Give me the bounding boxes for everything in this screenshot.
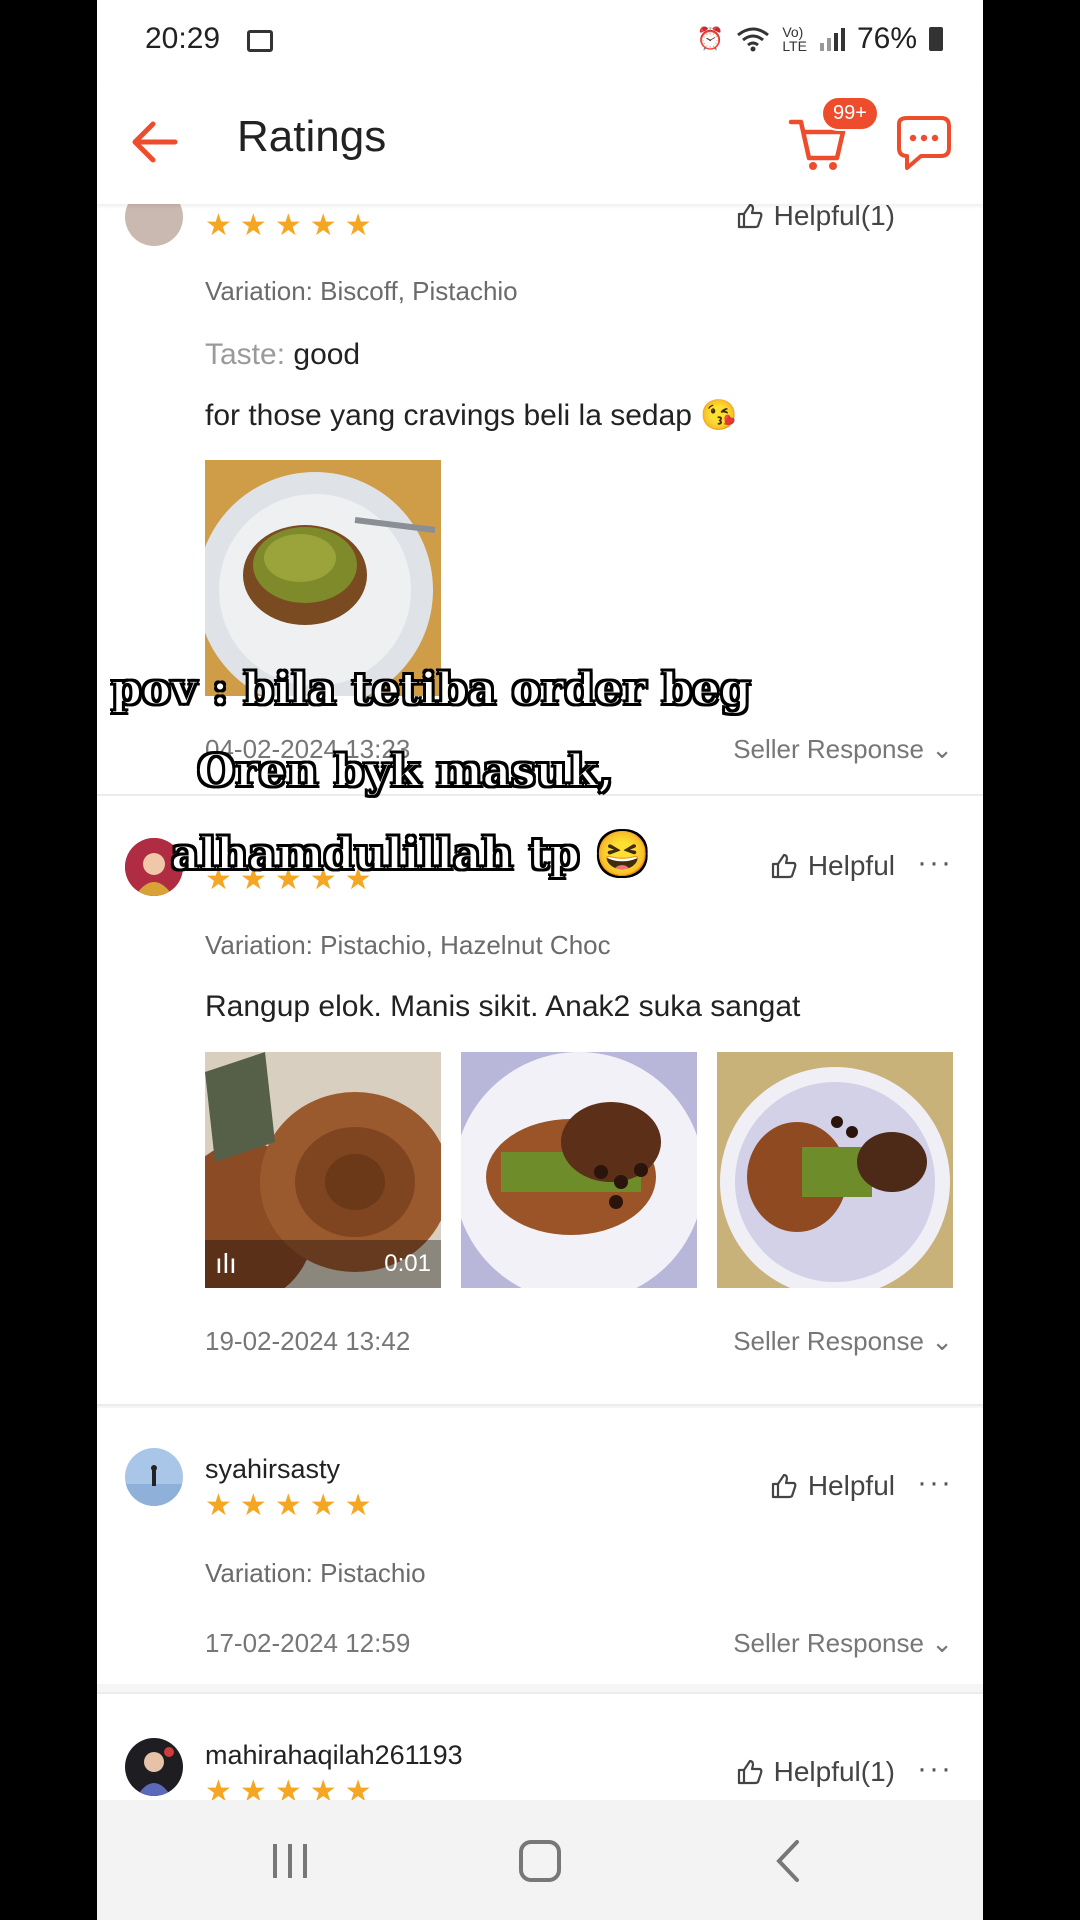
avatar[interactable] [125,204,183,246]
thumbs-up-icon [737,1759,763,1785]
seller-response-label: Seller Response [733,734,924,764]
seller-response-label: Seller Response [733,1628,924,1658]
taste-label: Taste: [205,338,286,371]
status-time: 20:29 [145,22,221,55]
battery-percent: 76% [856,22,917,55]
battery-icon [929,27,943,51]
wifi-icon [737,27,770,52]
review-video[interactable]: ılı 0:01 [205,1052,441,1288]
back-nav-icon[interactable] [765,1836,815,1886]
review-text: Rangup elok. Manis sikit. Anak2 suka san… [205,990,801,1023]
review-item: mahirahaqilah261193 ★ ★ ★ ★ ★ Helpful(1) ··· [97,1694,983,1800]
review-date: 17-02-2024 12:59 [205,1628,411,1658]
chat-icon[interactable] [891,114,957,174]
review-item: syahirsasty ★ ★ ★ ★ ★ Helpful ··· Variation:… [97,1408,983,1684]
helpful-button[interactable]: Helpful(1) [736,1756,895,1788]
recent-apps-icon[interactable] [265,1836,315,1886]
helpful-label: Helpful(1) [773,204,895,231]
rating-stars: ★ ★ ★ ★ ★ [205,1774,372,1800]
review-photo[interactable] [717,1052,953,1288]
app-header: Ratings 99+ [97,86,983,204]
star-icon: ★ [239,1489,267,1522]
more-options-icon[interactable]: ··· [917,1752,953,1786]
thumbs-up-icon [771,853,797,879]
thumbs-up-icon [771,1473,797,1499]
seller-response-toggle[interactable]: Seller Response ⌄ [733,1326,953,1357]
more-options-icon[interactable]: ··· [917,1466,953,1500]
taste-value: good [285,338,361,371]
page-title: Ratings [237,112,387,161]
star-icon: ★ [344,1489,372,1522]
star-icon: ★ [309,209,337,242]
signal-icon [819,28,845,51]
chevron-down-icon: ⌄ [931,1628,953,1658]
system-nav-bar [97,1800,983,1920]
star-icon: ★ [239,1775,267,1800]
seller-response-toggle[interactable]: Seller Response ⌄ [733,1628,953,1659]
star-icon: ★ [274,209,302,242]
star-icon: ★ [205,209,232,242]
review-username[interactable]: syahirsasty [205,1454,340,1485]
star-icon: ★ [239,209,267,242]
review-item: ★ ★ ★ ★ ★ Helpful ··· Variation: Pistachio, … [97,796,983,1406]
back-arrow-icon[interactable] [125,112,185,172]
star-icon: ★ [344,209,372,242]
star-icon: ★ [274,1489,302,1522]
chevron-down-icon: ⌄ [931,1326,953,1356]
review-text: for those yang cravings beli la sedap 😘 [205,399,738,432]
audio-bars-icon: ılı [215,1248,237,1279]
avatar[interactable] [125,1448,183,1506]
helpful-label: Helpful [807,1470,895,1501]
review-username[interactable]: mahirahaqilah261193 [205,1740,463,1771]
star-icon: ★ [205,1775,232,1800]
chevron-down-icon: ⌄ [931,734,953,764]
rating-stars: ★ ★ ★ ★ ★ [205,1488,372,1523]
star-icon: ★ [205,1489,232,1522]
overlay-caption-line-2: Oren byk masuk, [196,745,615,798]
cart-badge: 99+ [821,96,879,131]
seller-response-toggle[interactable]: Seller Response ⌄ [733,734,953,765]
status-right: ⏰ Vo) LTE 76% [697,22,943,56]
review-photo[interactable] [205,460,441,696]
thumbs-up-icon [737,204,763,229]
helpful-button[interactable]: Helpful(1) [736,204,895,232]
helpful-label: Helpful [807,850,895,881]
star-icon: ★ [344,1775,372,1800]
home-icon[interactable] [515,1836,565,1886]
ratings-list[interactable]: ★ ★ ★ ★ ★ Helpful(1) Variation: Biscoff, Pis… [97,204,983,1800]
star-icon: ★ [309,1489,337,1522]
avatar[interactable] [125,1738,183,1796]
more-options-icon[interactable]: ··· [917,846,953,880]
review-photo[interactable] [461,1052,697,1288]
divider [97,1404,983,1406]
variation-text: Variation: Pistachio [205,1558,426,1588]
phone-screen: 20:29 ⏰ Vo) LTE 76% Ratings 99+ ★ ★ ★ ★ … [97,0,983,1920]
review-date: 19-02-2024 13:42 [205,1326,411,1356]
volte-icon: Vo) LTE [782,24,807,54]
alarm-icon: ⏰ [696,26,725,51]
seller-response-label: Seller Response [733,1326,924,1356]
variation-text: Variation: Pistachio, Hazelnut Choc [205,930,611,960]
overlay-caption-line-1: pov : bila tetiba order beg [110,663,752,716]
helpful-button[interactable]: Helpful [770,1470,895,1502]
overlay-caption-line-3: alhamdulillah tp 😆 [170,828,651,881]
image-icon [247,30,273,52]
status-bar: 20:29 ⏰ Vo) LTE 76% [97,0,983,86]
rating-stars: ★ ★ ★ ★ ★ [205,208,372,243]
star-icon: ★ [274,1775,302,1800]
video-duration: 0:01 [384,1250,431,1277]
variation-text: Variation: Biscoff, Pistachio [205,276,518,306]
taste-line: Taste: good [205,338,360,372]
star-icon: ★ [309,1775,337,1800]
helpful-label: Helpful(1) [773,1756,895,1787]
helpful-button[interactable]: Helpful [770,850,895,882]
